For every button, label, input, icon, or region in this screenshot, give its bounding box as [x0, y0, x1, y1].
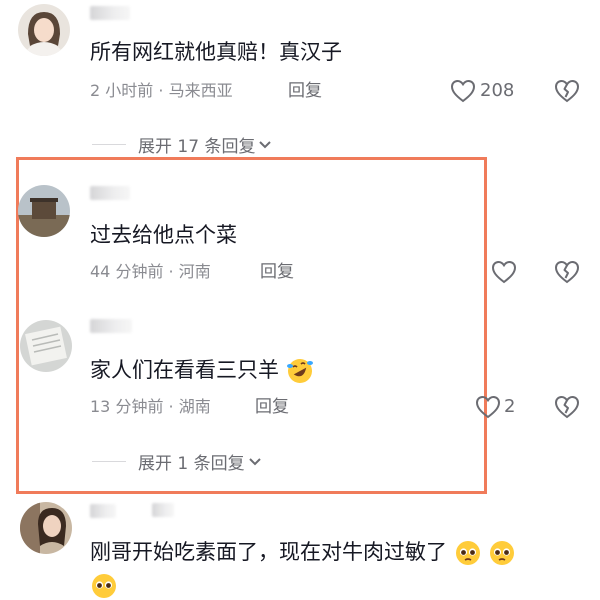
pleading-emoji — [92, 574, 116, 598]
reply-button[interactable]: 回复 — [255, 396, 289, 418]
comment-time: 13 分钟前 — [90, 397, 164, 416]
comment-meta: 2 小时前 · 马来西亚 — [90, 80, 233, 102]
username-blurred — [90, 319, 132, 333]
expand-divider — [92, 461, 126, 462]
avatar-comment-1[interactable] — [18, 4, 70, 56]
expand-divider — [92, 144, 126, 145]
broken-heart-icon[interactable] — [554, 395, 580, 419]
comment-text: 家人们在看看三只羊 — [90, 356, 314, 385]
comment-time: 2 小时前 — [90, 81, 154, 100]
comment-text: 所有网红就他真赔！真汉子 — [90, 40, 342, 64]
heart-icon[interactable] — [491, 260, 517, 284]
comment-location: 河南 — [178, 262, 211, 281]
avatar-comment-2[interactable] — [18, 185, 70, 237]
chevron-down-icon — [259, 140, 272, 148]
broken-heart-icon[interactable] — [554, 79, 580, 103]
pleading-emoji — [490, 541, 515, 565]
reply-button[interactable]: 回复 — [260, 261, 294, 283]
comment-text: 刚哥开始吃素面了，现在对牛肉过敏了 — [90, 538, 516, 567]
comment-location: 湖南 — [178, 397, 211, 416]
avatar-comment-4[interactable] — [20, 502, 72, 554]
like-count: 208 — [480, 80, 515, 101]
username-blurred — [152, 503, 174, 517]
comment-time: 44 分钟前 — [90, 262, 164, 281]
comment-text-content: 家人们在看看三只羊 — [90, 358, 279, 382]
highlight-box — [16, 157, 487, 494]
username-blurred — [90, 186, 130, 200]
broken-heart-icon[interactable] — [554, 260, 580, 284]
pleading-emoji — [455, 541, 480, 565]
username-blurred — [90, 504, 116, 518]
comment-text-content: 刚哥开始吃素面了，现在对牛肉过敏了 — [90, 540, 447, 564]
expand-label: 展开 1 条回复 — [138, 454, 245, 474]
laughing-crying-emoji — [286, 359, 313, 383]
heart-icon[interactable] — [475, 395, 501, 419]
chevron-down-icon — [248, 457, 261, 465]
meta-separator: · — [158, 81, 164, 100]
reply-button[interactable]: 回复 — [288, 80, 322, 102]
comment-meta: 44 分钟前 · 河南 — [90, 261, 211, 283]
username-blurred — [90, 6, 130, 20]
comment-location: 马来西亚 — [168, 81, 233, 100]
expand-label: 展开 17 条回复 — [138, 137, 256, 157]
expand-replies-1[interactable]: 展开 1 条回复 — [92, 449, 262, 474]
like-count: 2 — [504, 396, 516, 417]
comment-text: 过去给他点个菜 — [90, 223, 237, 247]
expand-replies-17[interactable]: 展开 17 条回复 — [92, 132, 272, 157]
meta-separator: · — [168, 262, 174, 281]
meta-separator: · — [168, 397, 174, 416]
heart-icon[interactable] — [450, 79, 476, 103]
comment-meta: 13 分钟前 · 湖南 — [90, 396, 211, 418]
avatar-comment-3[interactable] — [20, 320, 72, 372]
